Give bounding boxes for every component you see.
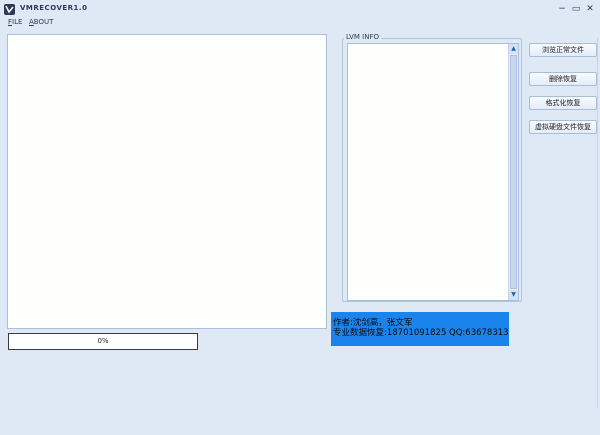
format-recovery-button[interactable]: 格式化恢复 bbox=[529, 96, 597, 110]
window-title: VMRECOVER1.0 bbox=[20, 4, 88, 12]
app-icon bbox=[4, 4, 15, 15]
virtual-disk-recovery-button[interactable]: 虚拟硬盘文件恢复 bbox=[529, 120, 597, 134]
menu-file[interactable]: FILE bbox=[8, 18, 22, 26]
lvm-info-label: LVM INFO bbox=[344, 33, 382, 41]
close-button[interactable]: ✕ bbox=[584, 3, 596, 15]
file-list-panel[interactable] bbox=[7, 34, 327, 329]
lvm-info-list[interactable]: ▲ ▼ bbox=[347, 43, 519, 301]
scroll-thumb[interactable] bbox=[510, 55, 517, 289]
menu-file-label: ILE bbox=[12, 18, 23, 26]
title-bar: VMRECOVER1.0 − ▭ ✕ bbox=[0, 0, 600, 18]
author-line: 作者:沈剑高，张文军 bbox=[333, 318, 413, 328]
scroll-up-icon[interactable]: ▲ bbox=[509, 44, 518, 54]
right-edge-divider bbox=[597, 38, 598, 408]
delete-recovery-button[interactable]: 删除恢复 bbox=[529, 72, 597, 86]
contact-line: 专业数据恢复:18701091825 QQ:63678313 bbox=[333, 328, 509, 338]
browse-normal-files-button[interactable]: 浏览正常文件 bbox=[529, 43, 597, 57]
maximize-button[interactable]: ▭ bbox=[570, 3, 582, 15]
progress-text: 0% bbox=[97, 337, 109, 345]
menu-about-label: BOUT bbox=[33, 18, 54, 26]
lvm-scrollbar[interactable]: ▲ ▼ bbox=[508, 44, 518, 300]
minimize-button[interactable]: − bbox=[556, 3, 568, 15]
author-info-box: 作者:沈剑高，张文军 专业数据恢复:18701091825 QQ:6367831… bbox=[331, 312, 509, 346]
menu-about[interactable]: ABOUT bbox=[29, 18, 53, 26]
scroll-down-icon[interactable]: ▼ bbox=[509, 290, 518, 300]
progress-bar: 0% bbox=[8, 333, 198, 350]
